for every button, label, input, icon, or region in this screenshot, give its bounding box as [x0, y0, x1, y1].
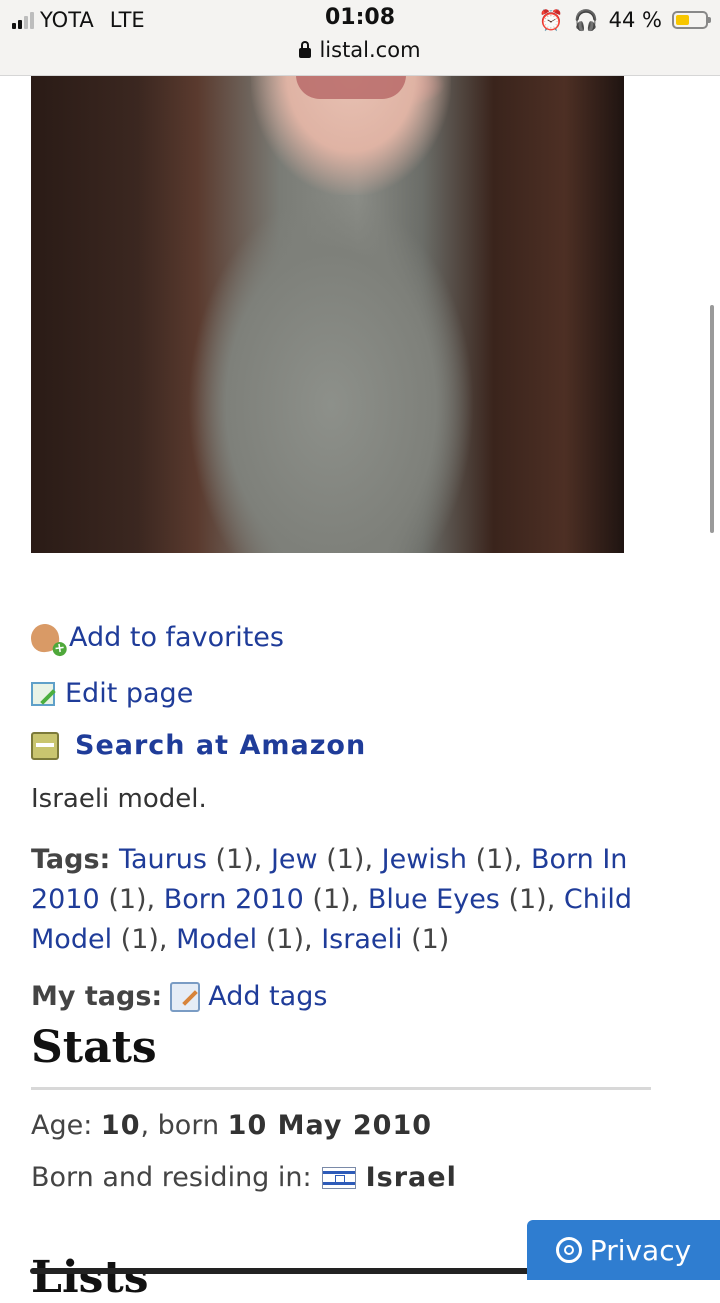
- born-date: 10 May 2010: [227, 1110, 433, 1141]
- tag-count: (1),: [108, 884, 156, 915]
- tag-count: (1),: [475, 844, 523, 875]
- tags-label: Tags:: [31, 844, 111, 875]
- tag-link[interactable]: Israeli: [321, 924, 402, 955]
- tag-link[interactable]: Born 2010: [164, 884, 304, 915]
- born-separator: , born: [140, 1110, 220, 1141]
- tag-edit-icon: [170, 981, 201, 1012]
- tag-count: (1),: [265, 924, 313, 955]
- profile-photo[interactable]: [31, 75, 624, 553]
- heart-add-icon: [29, 621, 61, 654]
- description: Israeli model.: [31, 784, 207, 814]
- privacy-button[interactable]: Privacy: [527, 1220, 720, 1280]
- residence-row: Born and residing in: Israel: [31, 1162, 457, 1193]
- headphones-icon: 🎧: [573, 8, 599, 32]
- browser-status-bar: YOTA LTE 01:08 listal.com ⏰ 🎧 44 %: [0, 0, 720, 76]
- tag-count: (1),: [312, 884, 360, 915]
- stats-heading: Stats: [31, 1022, 157, 1073]
- add-tags-link[interactable]: Add tags: [208, 981, 327, 1012]
- search-amazon-link[interactable]: Search at Amazon: [31, 730, 366, 761]
- tag-link[interactable]: Blue Eyes: [368, 884, 500, 915]
- age-label: Age:: [31, 1110, 93, 1141]
- battery-percent: 44 %: [608, 8, 662, 32]
- divider: [31, 1087, 651, 1090]
- privacy-label: Privacy: [589, 1233, 692, 1267]
- lock-icon: [299, 41, 312, 58]
- my-tags: My tags: Add tags: [31, 981, 327, 1012]
- battery-icon: [672, 11, 711, 29]
- gear-icon: [555, 1237, 582, 1263]
- tag-count: (1),: [326, 844, 374, 875]
- tag-count: (1),: [508, 884, 556, 915]
- url-bar[interactable]: listal.com: [0, 38, 720, 62]
- tag-count: (1),: [215, 844, 263, 875]
- tag-link[interactable]: Jewish: [382, 844, 467, 875]
- tag-link[interactable]: Taurus: [119, 844, 207, 875]
- alarm-icon: ⏰: [538, 8, 564, 32]
- tag-count: (1): [411, 924, 450, 955]
- lists-heading: Lists: [31, 1252, 149, 1303]
- age-row: Age: 10, born 10 May 2010: [31, 1110, 432, 1141]
- tag-link[interactable]: Jew: [271, 844, 318, 875]
- url-text: listal.com: [319, 38, 421, 62]
- residence-label: Born and residing in:: [31, 1162, 312, 1193]
- edit-icon: [31, 681, 55, 706]
- status-icons: ⏰ 🎧 44 %: [538, 6, 711, 34]
- residence-value: Israel: [365, 1162, 457, 1193]
- edit-page-link[interactable]: Edit page: [31, 678, 193, 709]
- add-to-favorites-link[interactable]: Add to favorites: [29, 621, 284, 654]
- israel-flag-icon: [321, 1166, 356, 1189]
- scroll-indicator: [710, 305, 714, 533]
- add-to-favorites-label: Add to favorites: [69, 622, 284, 653]
- tag-link[interactable]: Model: [176, 924, 257, 955]
- tag-count: (1),: [120, 924, 168, 955]
- my-tags-label: My tags:: [31, 981, 163, 1012]
- cart-icon: [31, 731, 59, 760]
- edit-page-label: Edit page: [65, 678, 194, 709]
- tags-list: Tags: Taurus (1), Jew (1), Jewish (1), B…: [31, 840, 651, 960]
- age-value: 10: [100, 1110, 141, 1141]
- search-amazon-label: Search at Amazon: [75, 730, 367, 761]
